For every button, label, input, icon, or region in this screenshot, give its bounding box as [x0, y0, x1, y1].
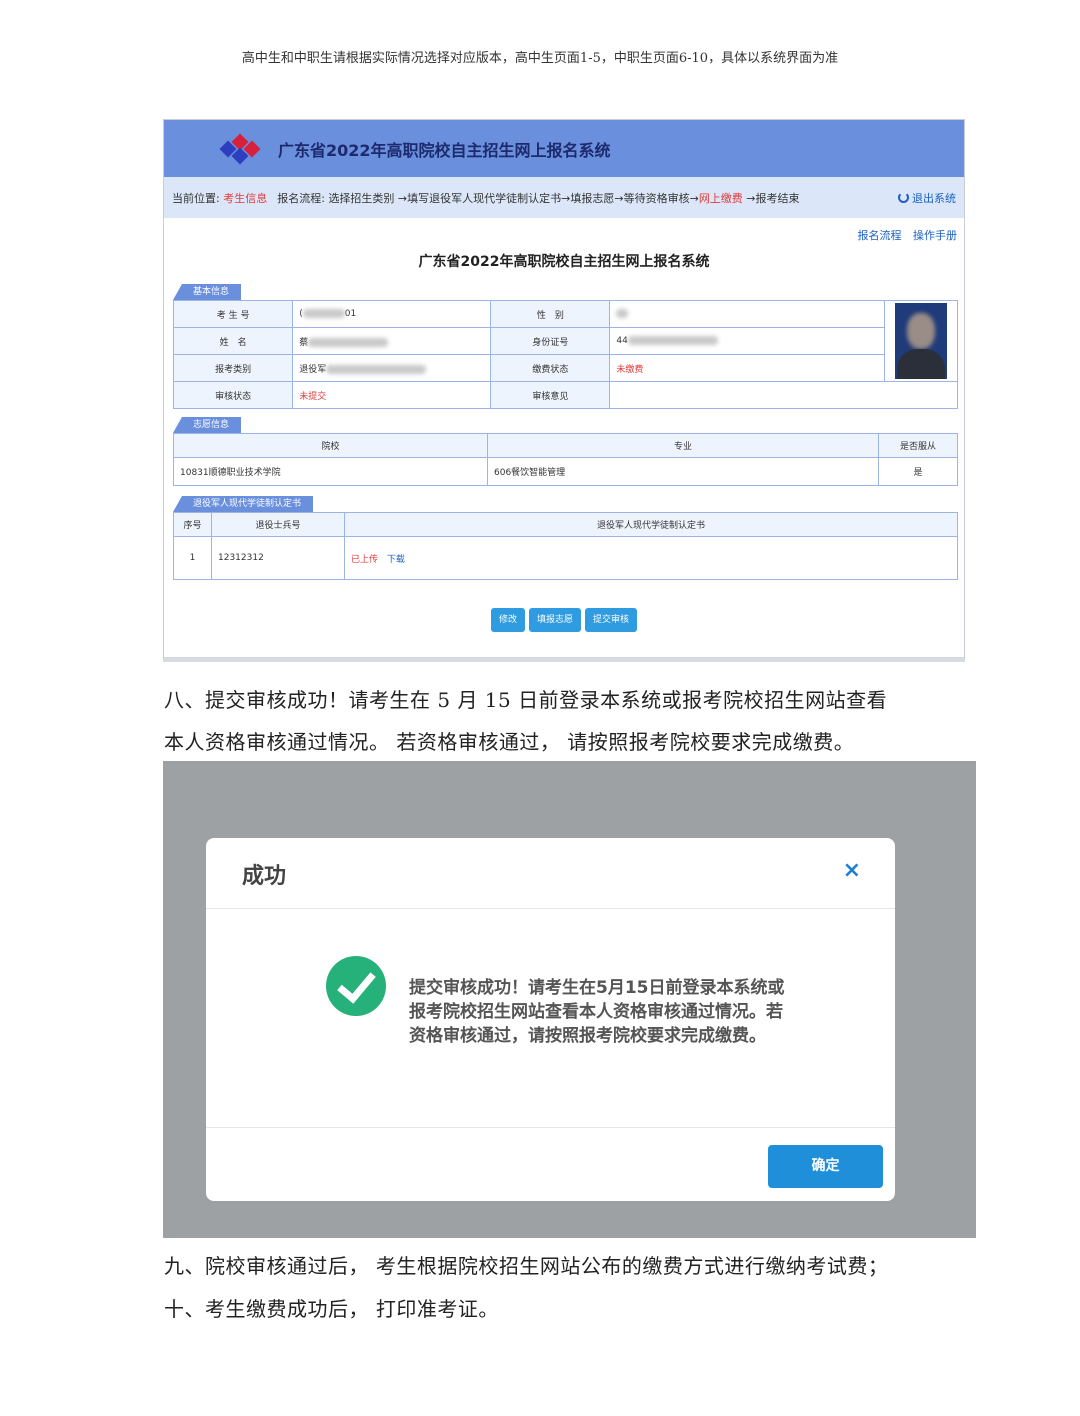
position-value[interactable]: 考生信息	[223, 192, 267, 205]
review-opinion-label: 审核意见	[490, 381, 611, 409]
name-value: 蔡	[292, 327, 492, 355]
cert-index: 1	[173, 536, 212, 580]
registration-system-screenshot: 广东省2022年高职院校自主招生网上报名系统 当前位置: 考生信息 报名流程: …	[163, 119, 965, 662]
exam-no-value: (01	[292, 300, 492, 328]
success-dialog: 成功 × 提交审核成功！请考生在5月15日前登录本系统或报考院校招生网站查看本人…	[206, 838, 895, 1201]
close-icon[interactable]: ×	[843, 858, 861, 883]
name-label: 姓 名	[172, 327, 294, 355]
school-header: 院校	[173, 433, 488, 458]
cert-table: 序号 退役士兵号 退役军人现代学徒制认定书 1 12312312 已上传 下载	[173, 512, 958, 580]
pay-status-label: 缴费状态	[490, 354, 611, 382]
id-label: 身份证号	[490, 327, 611, 355]
power-icon	[898, 192, 909, 203]
basic-info-table: 考 生 号 (01 性 别 姓 名 蔡 身份证号 44 报考类别 退役军 缴费状…	[172, 300, 958, 409]
dialog-footer-divider	[206, 1127, 895, 1128]
current-position: 当前位置: 考生信息	[172, 190, 267, 206]
confirm-button[interactable]: 确定	[768, 1145, 883, 1188]
photo-cell	[884, 300, 958, 382]
review-opinion-value	[609, 381, 958, 409]
logout-link[interactable]: 退出系统	[898, 190, 956, 206]
exam-no-label: 考 生 号	[172, 300, 294, 328]
flow-label: 报名流程:	[277, 191, 325, 205]
pay-status-value: 未缴费	[609, 354, 886, 382]
flow-payment: 网上缴费	[698, 191, 743, 205]
action-buttons: 修改 填报志愿 提交审核	[164, 608, 964, 632]
candidate-photo	[895, 303, 948, 379]
gender-label: 性 别	[490, 300, 611, 328]
success-dialog-screenshot: 成功 × 提交审核成功！请考生在5月15日前登录本系统或报考院校招生网站查看本人…	[163, 761, 976, 1238]
review-status-label: 审核状态	[172, 381, 294, 409]
index-header: 序号	[173, 512, 212, 537]
fill-wish-button[interactable]: 填报志愿	[528, 608, 581, 632]
wish-table: 院校 专业 是否服从 10831顺德职业技术学院 606餐饮智能管理 是	[173, 433, 958, 486]
download-link[interactable]: 下载	[387, 555, 405, 565]
dialog-title: 成功	[242, 864, 287, 889]
wish-info-tab: 志愿信息	[173, 417, 242, 433]
category-label: 报考类别	[172, 354, 294, 382]
submit-review-button[interactable]: 提交审核	[585, 608, 638, 632]
cert-header: 退役军人现代学徒制认定书	[344, 512, 958, 537]
step-10: 十、考生缴费成功后， 打印准考证。	[164, 1297, 499, 1321]
category-value: 退役军	[292, 354, 492, 382]
help-links: 报名流程 操作手册	[850, 227, 958, 243]
review-status-value: 未提交	[292, 381, 492, 409]
soldier-no-header: 退役士兵号	[211, 512, 345, 537]
system-header: 广东省2022年高职院校自主招生网上报名系统	[164, 120, 964, 177]
system-nav-bar: 当前位置: 考生信息 报名流程: 选择招生类别 →填写退役军人现代学徒制认定书→…	[164, 177, 964, 218]
soldier-no-value: 12312312	[211, 536, 345, 580]
manual-link[interactable]: 操作手册	[913, 229, 957, 242]
uploaded-label: 已上传	[351, 554, 379, 565]
logout-label: 退出系统	[912, 191, 956, 205]
gender-value	[609, 300, 886, 328]
position-label: 当前位置:	[172, 191, 220, 205]
flow-link[interactable]: 报名流程	[858, 229, 902, 242]
system-title: 广东省2022年高职院校自主招生网上报名系统	[278, 140, 611, 160]
page-heading: 广东省2022年高职院校自主招生网上报名系统	[418, 254, 710, 270]
flow-end: →报考结束	[742, 191, 800, 205]
dialog-message: 提交审核成功！请考生在5月15日前登录本系统或报考院校招生网站查看本人资格审核通…	[409, 978, 785, 1046]
basic-info-tab: 基本信息	[173, 284, 242, 300]
step-8-line-1: 八、提交审核成功！请考生在 5 月 15 日前登录本系统或报考院校招生网站查看	[164, 688, 888, 712]
school-value: 10831顺德职业技术学院	[173, 457, 488, 486]
major-value: 606餐饮智能管理	[487, 457, 879, 486]
step-8-line-2: 本人资格审核通过情况。 若资格审核通过， 请按照报考院校要求完成缴费。	[164, 730, 855, 754]
dialog-divider	[206, 908, 895, 909]
top-note: 高中生和中职生请根据实际情况选择对应版本，高中生页面1-5，中职生页面6-10，…	[241, 51, 839, 66]
cert-tab: 退役军人现代学徒制认定书	[173, 496, 314, 512]
id-value: 44	[609, 327, 886, 355]
major-header: 专业	[487, 433, 879, 458]
flow-steps: 选择招生类别 →填写退役军人现代学徒制认定书→填报志愿→等待资格审核→	[328, 191, 699, 205]
modify-button[interactable]: 修改	[490, 608, 525, 632]
cert-status: 已上传 下载	[344, 536, 958, 580]
obey-value: 是	[878, 457, 958, 486]
system-logo-icon	[219, 133, 261, 164]
success-check-icon	[326, 956, 386, 1016]
step-9: 九、院校审核通过后， 考生根据院校招生网站公布的缴费方式进行缴纳考试费；	[164, 1254, 889, 1278]
obey-header: 是否服从	[878, 433, 958, 458]
registration-flow: 报名流程: 选择招生类别 →填写退役军人现代学徒制认定书→填报志愿→等待资格审核…	[277, 190, 898, 206]
